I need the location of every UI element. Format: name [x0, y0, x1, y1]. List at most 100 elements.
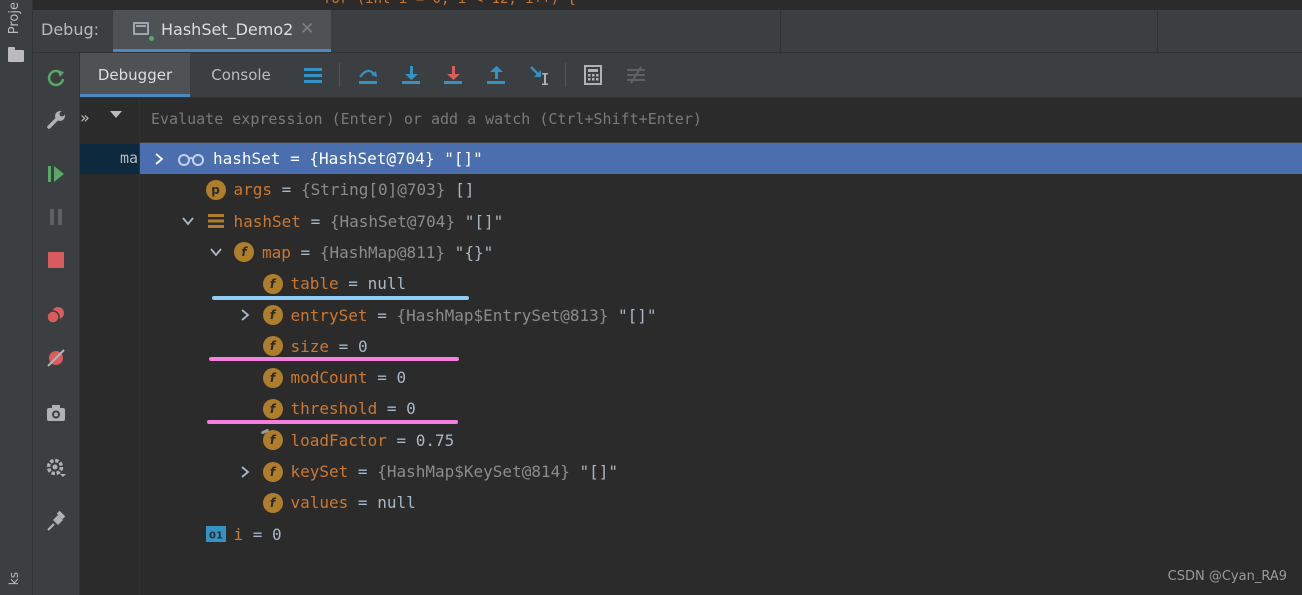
variable-row[interactable]: 01 i = 0	[140, 519, 1302, 550]
variable-name: hashSet	[233, 211, 301, 231]
running-indicator-icon	[149, 36, 154, 41]
parameter-icon: p	[205, 179, 226, 200]
variable-val: 0	[357, 336, 368, 356]
variable-eq: =	[348, 493, 378, 513]
chevron-down-icon[interactable]	[110, 111, 122, 118]
variable-type: {HashMap$EntrySet@813}	[396, 305, 609, 325]
variable-eq: =	[243, 524, 273, 544]
variable-row[interactable]: f entrySet = {HashMap$EntrySet@813} "[]"	[140, 300, 1302, 331]
view-breakpoints-icon[interactable]	[45, 304, 67, 326]
evaluate-icon[interactable]	[582, 64, 604, 86]
camera-icon[interactable]	[45, 402, 67, 424]
variable-row[interactable]: f keySet = {HashMap$KeySet@814} "[]"	[140, 456, 1302, 487]
chevron-down-icon[interactable]	[209, 237, 223, 268]
variable-val: "[]"	[455, 211, 504, 231]
variable-eq: =	[338, 274, 368, 294]
variable-eq: =	[329, 336, 358, 356]
bookmarks-tool-label[interactable]: ks	[7, 572, 21, 585]
variable-val: 0	[406, 399, 416, 419]
variable-row[interactable]: f loadFactor = 0.75	[140, 425, 1302, 456]
variable-row[interactable]: hashSet = {HashSet@704} "[]"	[140, 206, 1302, 237]
resume-icon[interactable]	[45, 163, 67, 185]
variable-val: null	[367, 274, 407, 294]
field-icon: f	[262, 305, 283, 325]
force-step-into-icon[interactable]	[442, 64, 464, 86]
field-icon: f	[262, 492, 283, 513]
variable-val: 0	[396, 368, 407, 388]
layout-icon[interactable]	[302, 64, 324, 86]
field-icon: f	[262, 273, 283, 294]
chevron-right-icon[interactable]	[238, 456, 252, 487]
tab-debugger[interactable]: Debugger	[80, 53, 190, 97]
run-to-cursor-icon[interactable]	[528, 64, 550, 86]
evaluate-expression-input[interactable]: Evaluate expression (Enter) or add a wat…	[140, 98, 1302, 143]
tab-console[interactable]: Console	[195, 53, 287, 97]
variable-row[interactable]: f map = {HashMap@811} "{}"	[140, 237, 1302, 268]
variable-row[interactable]: hashSet = {HashSet@704} "[]"	[140, 143, 1302, 174]
variable-eq: =	[348, 462, 378, 481]
variable-val: []	[445, 180, 475, 200]
variable-type: {HashSet@704}	[329, 211, 456, 231]
variable-type: {String[0]@703}	[300, 180, 446, 200]
variable-row[interactable]: p args = {String[0]@703} []	[140, 174, 1302, 205]
evaluate-placeholder: Evaluate expression (Enter) or add a wat…	[151, 110, 702, 128]
trace-icon[interactable]	[625, 64, 647, 86]
variable-eq: =	[367, 305, 397, 325]
chevron-right-icon[interactable]	[238, 300, 252, 331]
step-into-icon[interactable]	[400, 64, 422, 86]
run-config-icon	[133, 22, 149, 35]
pause-icon[interactable]	[45, 206, 67, 228]
field-icon: f	[262, 367, 283, 388]
step-out-icon[interactable]	[485, 64, 507, 86]
step-over-icon[interactable]	[357, 64, 379, 86]
header-divider	[780, 10, 781, 52]
variable-val: 0	[272, 524, 282, 544]
rerun-icon[interactable]	[45, 67, 67, 89]
active-tab-underline	[80, 94, 190, 97]
variables-tree: hashSet = {HashSet@704} "[]" p args = {Str…	[140, 143, 1302, 595]
variable-name: modCount	[290, 368, 368, 388]
stop-icon[interactable]	[45, 249, 67, 271]
debug-side-toolbar	[33, 53, 80, 595]
chevron-down-icon[interactable]	[181, 206, 195, 237]
variable-name: table	[290, 274, 339, 294]
folder-icon[interactable]	[8, 47, 24, 62]
variable-type: {HashMap@811}	[319, 242, 446, 262]
frame-item[interactable]: ma	[80, 144, 139, 174]
session-tab-label: HashSet_Demo2	[161, 20, 294, 39]
settings-wrench-icon[interactable]	[45, 109, 67, 131]
pin-icon[interactable]	[45, 511, 67, 533]
variable-val: "[]"	[434, 149, 483, 168]
variable-val: "[]"	[569, 462, 619, 481]
variable-name: map	[262, 242, 291, 262]
blue-annotation-underline	[212, 296, 469, 300]
pink-annotation-underline	[207, 420, 458, 424]
variable-name: size	[290, 336, 330, 356]
variable-row[interactable]: f modCount = 0	[140, 362, 1302, 393]
variable-eq: =	[367, 368, 397, 388]
variable-name: loadFactor	[290, 430, 387, 450]
variable-eq: =	[377, 399, 407, 419]
variable-eq: =	[290, 242, 320, 262]
field-icon: f	[234, 242, 254, 263]
frames-panel: » ma	[80, 98, 140, 595]
variable-name: entrySet	[290, 305, 368, 325]
more-frames-icon[interactable]: »	[80, 108, 90, 127]
project-tool-label[interactable]: Proje	[7, 2, 22, 34]
variable-row[interactable]: f table = null	[140, 268, 1302, 299]
mute-breakpoints-icon[interactable]	[45, 347, 67, 369]
variable-name: values	[290, 493, 349, 513]
chevron-right-icon[interactable]	[152, 143, 166, 174]
close-icon[interactable]: ✕	[300, 19, 314, 39]
header-divider	[1157, 10, 1158, 52]
gear-icon[interactable]	[45, 457, 67, 479]
frame-item-label: ma	[120, 149, 139, 167]
primitive-value-icon: 01	[205, 524, 226, 544]
variable-name: args	[233, 180, 273, 200]
toolbar-separator	[565, 63, 566, 87]
variable-row[interactable]: f values = null	[140, 487, 1302, 518]
debugger-toolbar: Debugger Console	[80, 53, 1302, 98]
field-icon: f	[262, 398, 283, 419]
toolbar-separator	[339, 63, 340, 87]
debug-session-tab[interactable]: HashSet_Demo2 ✕	[113, 10, 331, 52]
